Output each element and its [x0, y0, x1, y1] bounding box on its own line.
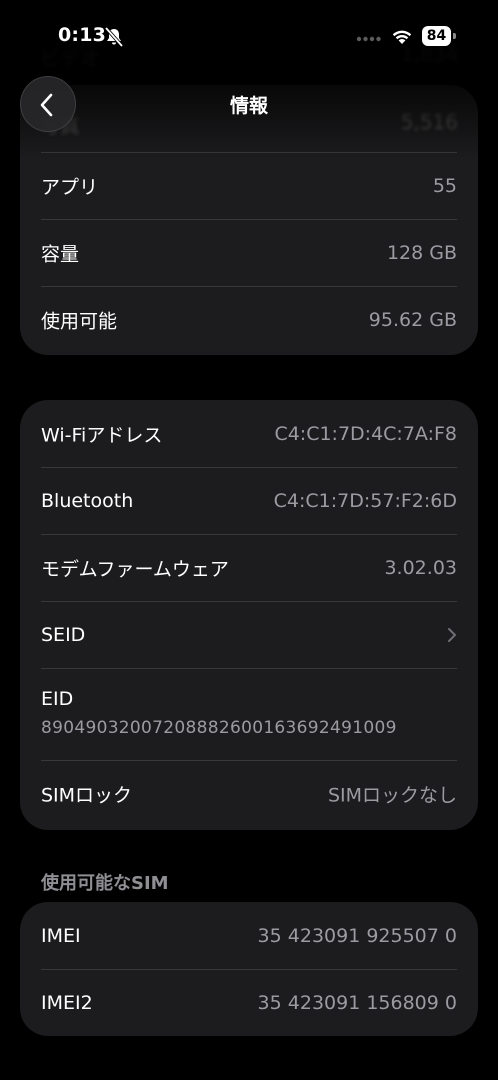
- row-value: 95.62 GB: [368, 308, 457, 331]
- page-title: 情報: [229, 95, 268, 117]
- bell-slash-icon: [104, 26, 124, 48]
- status-time: 0:13: [58, 24, 107, 46]
- row-value: 35 423091 925507 0: [257, 924, 457, 947]
- battery-icon: 84: [422, 26, 456, 46]
- row-available: 使用可能 95.62 GB: [20, 286, 478, 353]
- row-value: 3.02.03: [384, 556, 457, 579]
- row-wifi-address: Wi-Fiアドレス C4:C1:7D:4C:7A:F8: [20, 400, 478, 467]
- row-label: SIMロック: [41, 784, 133, 806]
- battery-cap: [453, 33, 456, 39]
- row-sim-lock: SIMロック SIMロックなし: [20, 760, 478, 827]
- section-header-sim: 使用可能なSIM: [41, 873, 169, 894]
- row-modem-firmware: モデムファームウェア 3.02.03: [20, 534, 478, 601]
- chevron-right-icon: [448, 627, 456, 642]
- status-bar: 0:13 84: [0, 0, 498, 70]
- battery-level: 84: [422, 26, 451, 46]
- eid-value: 89049032007208882600163692491009: [41, 718, 397, 738]
- row-label: アプリ: [41, 176, 99, 198]
- row-label: IMEI2: [41, 991, 93, 1014]
- row-value: SIMロックなし: [327, 784, 457, 806]
- network-card: Wi-Fiアドレス C4:C1:7D:4C:7A:F8 Bluetooth C4…: [20, 400, 478, 830]
- row-value: 128 GB: [386, 241, 457, 264]
- row-imei2: IMEI2 35 423091 156809 0: [20, 969, 478, 1036]
- sim-card: IMEI 35 423091 925507 0 IMEI2 35 423091 …: [20, 902, 478, 1036]
- nav-bar: 情報: [0, 70, 498, 140]
- row-value: C4:C1:7D:4C:7A:F8: [274, 422, 457, 445]
- row-label: Wi-Fiアドレス: [41, 424, 163, 446]
- row-value: 35 423091 156809 0: [257, 991, 457, 1014]
- row-label: IMEI: [41, 924, 81, 947]
- row-label: モデムファームウェア: [41, 558, 229, 580]
- signal-icon: [356, 36, 381, 42]
- row-capacity: 容量 128 GB: [20, 219, 478, 286]
- row-eid: EID 89049032007208882600163692491009: [20, 668, 478, 760]
- row-apps: アプリ 55: [20, 152, 478, 219]
- wifi-icon: [392, 30, 412, 44]
- row-value: 55: [432, 174, 457, 197]
- row-bluetooth: Bluetooth C4:C1:7D:57:F2:6D: [20, 467, 478, 534]
- row-value: C4:C1:7D:57:F2:6D: [273, 489, 457, 512]
- row-label: 使用可能: [41, 310, 118, 332]
- row-seid[interactable]: SEID: [20, 601, 478, 668]
- row-label: 容量: [41, 243, 80, 265]
- row-label: SEID: [41, 623, 86, 646]
- row-imei: IMEI 35 423091 925507 0: [20, 902, 478, 969]
- row-label: EID: [41, 688, 74, 710]
- row-label: Bluetooth: [41, 489, 134, 512]
